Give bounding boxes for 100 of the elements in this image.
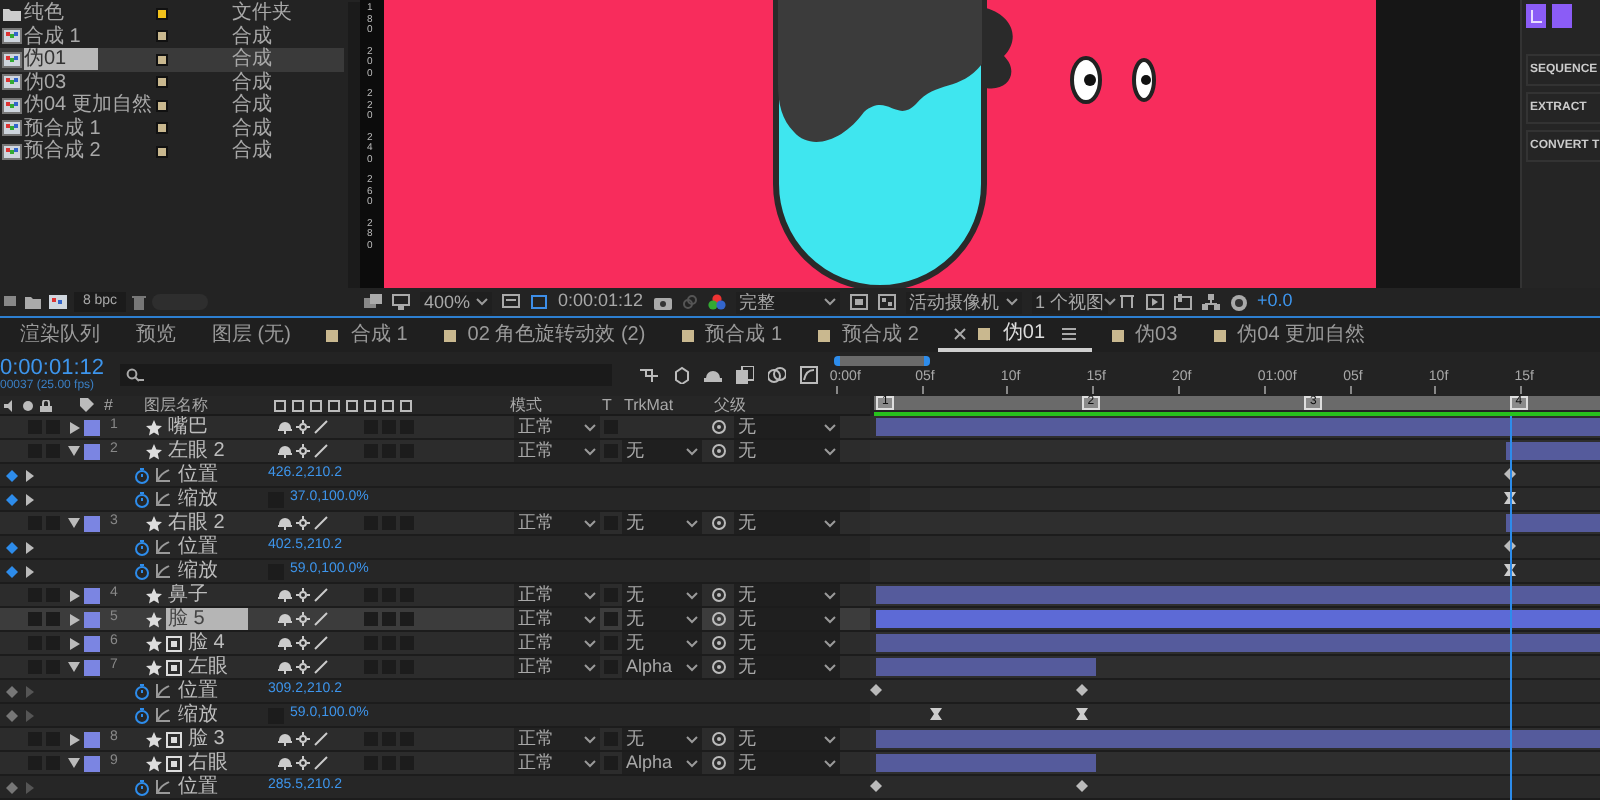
parent-dropdown[interactable]: 无 (734, 416, 840, 438)
camera-dropdown[interactable]: 活动摄像机 (905, 291, 1022, 313)
label-swatch[interactable] (84, 443, 100, 459)
eye-icon[interactable] (22, 399, 34, 411)
mode-dropdown[interactable]: 正常 (514, 440, 600, 462)
tab[interactable]: 伪03 (1095, 319, 1194, 351)
label-swatch[interactable] (84, 755, 100, 771)
trash-icon[interactable] (132, 293, 146, 309)
parent-dropdown[interactable]: 无 (734, 752, 840, 774)
switch-box[interactable] (604, 612, 618, 626)
parent-dropdown[interactable]: 无 (734, 440, 840, 462)
keyframe-diamond-icon[interactable] (870, 780, 882, 792)
tab[interactable]: 合成 1 (310, 319, 424, 351)
keyframe-icon[interactable] (6, 541, 18, 553)
graph-editor-icon[interactable] (800, 365, 818, 383)
mode-dropdown[interactable]: 正常 (514, 416, 600, 438)
exposure-value[interactable]: +0.0 (1257, 288, 1293, 316)
parent-dropdown[interactable]: 无 (734, 584, 840, 606)
switch-box[interactable] (400, 612, 414, 626)
color-channels-icon[interactable] (707, 294, 726, 310)
menu-icon[interactable] (1061, 327, 1076, 339)
close-icon[interactable] (954, 327, 967, 339)
layer-name[interactable]: 脸 3 (186, 728, 227, 750)
parent-dropdown[interactable]: 无 (734, 512, 840, 534)
twirl-right-icon[interactable] (69, 421, 79, 433)
keyframe-diamond-icon[interactable] (1075, 684, 1088, 696)
parent-dropdown[interactable]: 无 (734, 608, 840, 630)
keyframe-icon[interactable] (6, 565, 18, 577)
project-item[interactable]: 伪01 合成 (0, 48, 344, 71)
trkmat-dropdown[interactable]: 无 (622, 512, 702, 534)
keyframe-icon[interactable] (6, 709, 18, 721)
parent-dropdown[interactable]: 无 (734, 656, 840, 678)
project-item[interactable]: 伪03 合成 (0, 71, 344, 94)
project-item[interactable]: 伪04 更加自然 合成 (0, 94, 344, 117)
trkmat-dropdown[interactable]: 无 (622, 632, 702, 654)
stopwatch-icon[interactable] (134, 491, 150, 507)
mode-dropdown[interactable]: 正常 (514, 512, 600, 534)
keyframe-diamond-icon[interactable] (870, 684, 882, 696)
project-item[interactable]: 合成 1 合成 (0, 25, 344, 48)
graph-icon[interactable] (156, 684, 170, 698)
current-time[interactable]: 0:00:01:12 (558, 288, 644, 316)
layer-name[interactable]: 右眼 (186, 752, 230, 774)
mode-dropdown[interactable]: 正常 (514, 632, 600, 654)
fast-previews-icon[interactable] (1117, 294, 1136, 310)
mode-dropdown[interactable]: 正常 (514, 608, 600, 630)
graph-icon[interactable] (156, 708, 170, 722)
column-header[interactable]: T (602, 396, 624, 414)
stopwatch-icon[interactable] (134, 683, 150, 699)
label-swatch[interactable] (156, 145, 168, 158)
tab[interactable]: 预合成 1 (665, 319, 799, 351)
zoom-dropdown[interactable]: 400% (420, 291, 492, 313)
switch-box[interactable] (382, 612, 396, 626)
pick-whip-icon[interactable] (711, 516, 725, 530)
tab[interactable]: 伪04 更加自然 (1197, 319, 1382, 351)
column-header[interactable]: # (104, 396, 144, 414)
label-swatch[interactable] (84, 635, 100, 651)
graph-icon[interactable] (156, 468, 170, 482)
frame-blending-icon[interactable] (736, 365, 754, 383)
twirl-right-icon[interactable] (69, 637, 79, 649)
label-swatch[interactable] (84, 515, 100, 531)
tab[interactable]: 渲染队列 (4, 319, 116, 351)
exposure-icon[interactable] (1229, 293, 1248, 311)
twirl-down-icon[interactable] (68, 662, 80, 672)
column-header[interactable]: TrkMat (624, 396, 714, 414)
hold-keyframe-icon[interactable] (929, 708, 942, 720)
mode-dropdown[interactable]: 正常 (514, 656, 600, 678)
label-swatch[interactable] (156, 76, 168, 89)
draft-3d-icon[interactable] (672, 365, 690, 383)
work-area-bar[interactable] (874, 396, 1600, 410)
hold-keyframe-icon[interactable] (1075, 708, 1088, 720)
label-swatch[interactable] (84, 587, 100, 603)
label-swatch[interactable] (156, 30, 168, 43)
label-swatch[interactable] (156, 122, 168, 135)
composition-canvas[interactable] (384, 0, 1376, 288)
stopwatch-icon[interactable] (134, 539, 150, 555)
keyframe-icon[interactable] (6, 469, 18, 481)
layer-name[interactable]: 右眼 2 (166, 512, 227, 534)
layer-name[interactable]: 鼻子 (166, 584, 210, 606)
mode-dropdown[interactable]: 正常 (514, 584, 600, 606)
label-swatch[interactable] (156, 7, 168, 20)
layer-name[interactable]: 左眼 2 (166, 440, 227, 462)
twirl-down-icon[interactable] (68, 518, 80, 528)
mode-dropdown[interactable]: 正常 (514, 728, 600, 750)
column-header[interactable]: 父级 (714, 396, 774, 414)
resolution-dropdown[interactable]: 完整 (735, 291, 840, 313)
graph-icon[interactable] (156, 564, 170, 578)
trkmat-dropdown[interactable]: Alpha (622, 752, 702, 774)
timecode[interactable]: 0:00:01:12 (0, 355, 112, 379)
twirl-right-icon[interactable] (69, 733, 79, 745)
mask-icon[interactable] (530, 294, 548, 310)
graph-icon[interactable] (156, 492, 170, 506)
label-swatch[interactable] (84, 419, 100, 435)
comp-flowchart-icon[interactable] (1173, 294, 1192, 310)
parent-dropdown[interactable]: 无 (734, 632, 840, 654)
shy-layers-icon[interactable] (704, 365, 722, 383)
label-swatch[interactable] (84, 659, 100, 675)
transparency-grid-icon[interactable] (877, 294, 896, 310)
corner-tool-icon[interactable] (1526, 4, 1546, 28)
tab[interactable]: 预览 (120, 319, 192, 351)
label-swatch[interactable] (84, 731, 100, 747)
